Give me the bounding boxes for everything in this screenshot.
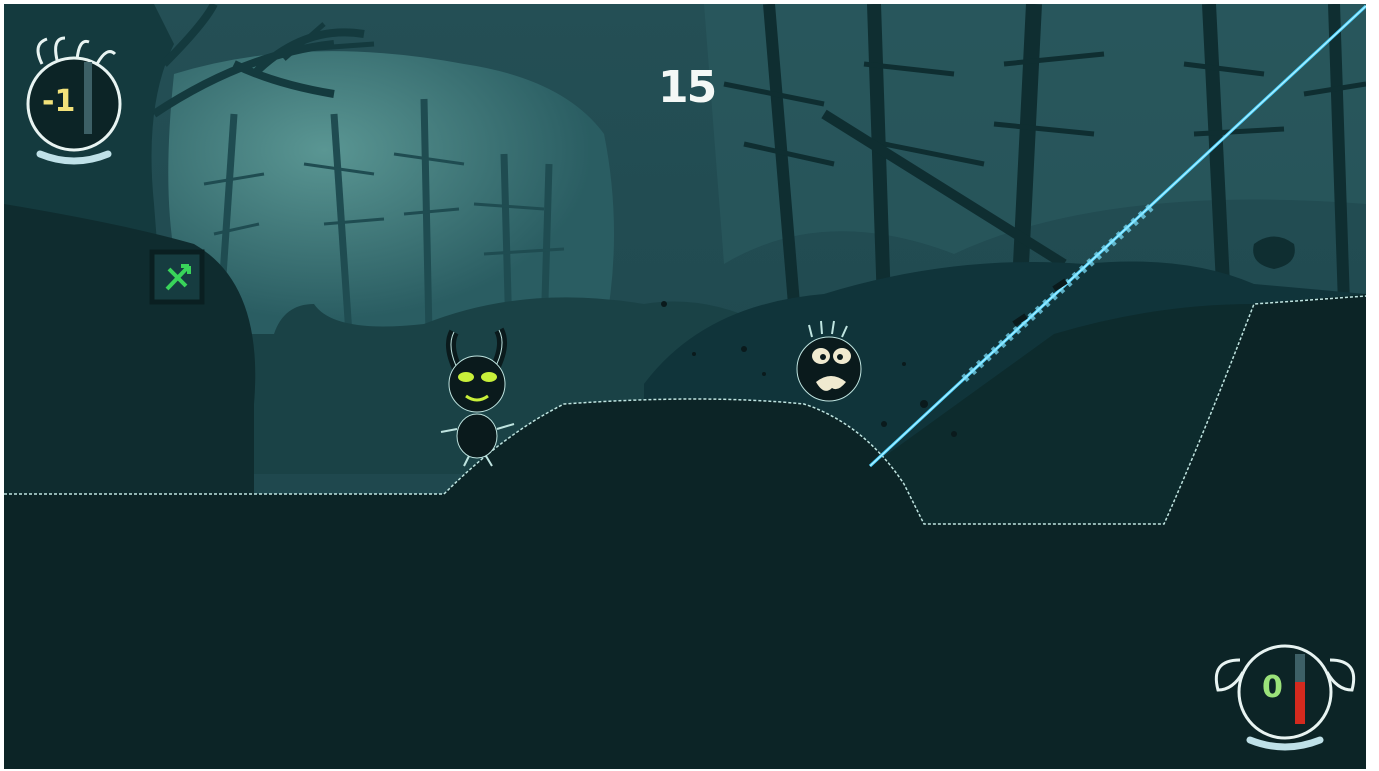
player2-score: 0 bbox=[1262, 670, 1283, 705]
player1-score: -1 bbox=[42, 84, 76, 119]
player2-hud: 0 bbox=[1210, 620, 1360, 760]
player1-portrait-icon bbox=[26, 36, 122, 165]
round-timer: 15 bbox=[658, 62, 717, 113]
player2-portrait-icon bbox=[1214, 644, 1356, 751]
pickup-crate[interactable] bbox=[149, 249, 205, 305]
player2-meter-fill bbox=[1295, 682, 1305, 724]
game-viewport: -1 15 0 bbox=[4, 4, 1366, 769]
forest-scene bbox=[4, 4, 1366, 769]
player1-hud: -1 bbox=[22, 22, 132, 172]
